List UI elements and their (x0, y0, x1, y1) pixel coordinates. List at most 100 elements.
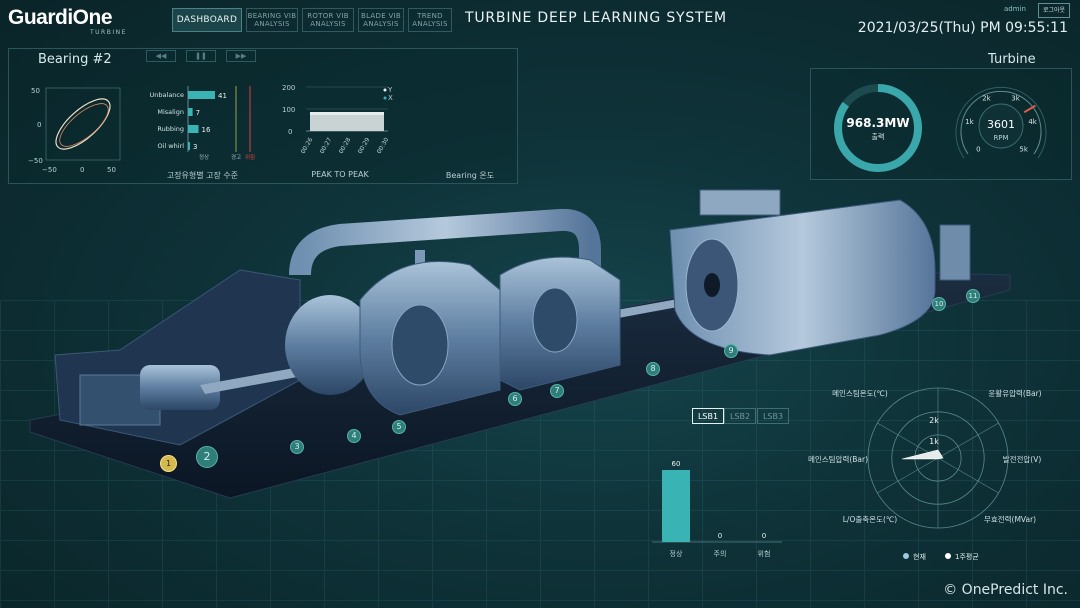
rpm-gauge: 0 1k 2k 3k 4k 5k 3601 RPM (955, 86, 1047, 159)
lsb-label: 주의 (714, 549, 727, 558)
ptp-x-tick: 00:28 (338, 136, 353, 155)
peak-chart-caption: PEAK TO PEAK (311, 170, 369, 179)
tab-lsb2[interactable]: LSB2 (724, 408, 756, 424)
fault-bar (188, 108, 193, 116)
marker-6[interactable]: 6 (508, 392, 522, 406)
marker-2[interactable]: 2 (196, 446, 218, 468)
ptp-legend-y: Y (387, 86, 393, 94)
ptp-legend-x-dot (383, 96, 387, 100)
radar-axis-label: L/O출축온도(℃) (843, 514, 898, 524)
fault-value: 3 (193, 143, 197, 151)
generator-top-unit (699, 189, 781, 216)
ptp-x-tick: 00:26 (300, 136, 315, 155)
output-value: 968.3MW (846, 116, 909, 130)
radar-ring-label: 2k (929, 416, 939, 425)
radar-axis-label: 메인스팀온도(℃) (832, 388, 888, 398)
output-label: 출력 (872, 132, 885, 141)
forward-button[interactable]: ▶▶ (226, 50, 256, 62)
lsb-label: 위험 (758, 550, 771, 558)
legend-week-dot (945, 553, 951, 559)
lsb-value: 0 (718, 532, 722, 540)
lsb-bar (662, 470, 690, 542)
rotor-disc-a (391, 304, 449, 386)
output-gauge: 968.3MW 출력 (834, 84, 922, 172)
rpm-value: 3601 (987, 118, 1015, 131)
legend-current-dot (903, 553, 909, 559)
ptp-area-x (310, 115, 384, 131)
fault-value: 7 (196, 109, 200, 117)
fault-label: Rubbing (157, 125, 184, 133)
tab-lsb3[interactable]: LSB3 (757, 408, 789, 424)
ptp-area-y (310, 112, 384, 115)
nav-trend[interactable]: TREND ANALYSIS (408, 8, 452, 32)
rpm-tick: 5k (1019, 146, 1028, 154)
turbine-panel-title: Turbine (988, 52, 1036, 67)
ptp-x-tick: 00:27 (319, 136, 334, 155)
ptp-legend-x: X (388, 94, 393, 102)
dashboard-app: GuardiOne TURBINE DASHBOARD BEARING VIB … (0, 0, 1080, 608)
radar-axis-label: 메인스팀압력(Bar) (808, 454, 868, 464)
lsb-label: 정상 (670, 549, 683, 558)
rotor-disc-b (532, 287, 578, 353)
orbit-x-tick: 50 (107, 166, 116, 174)
orbit-trace-a (55, 98, 111, 150)
marker-9[interactable]: 9 (724, 344, 738, 358)
legend-week: 1주평균 (955, 552, 979, 561)
orbit-x-tick: −50 (42, 166, 57, 174)
orbit-x-tick: 0 (80, 166, 84, 174)
lsb-value: 0 (762, 532, 766, 540)
rewind-button[interactable]: ◀◀ (146, 50, 176, 62)
orbit-y-tick: 0 (37, 121, 41, 129)
fault-label: Unbalance (150, 91, 184, 99)
lsb-value: 60 (672, 460, 681, 468)
peak-to-peak-chart: 200 100 0 Y X 00:26 00:27 00:28 00:29 00… (282, 84, 393, 155)
ptp-x-tick: 00:30 (376, 136, 391, 155)
copyright: © OnePredict Inc. (943, 582, 1068, 598)
fault-label: Misalign (157, 108, 184, 116)
fault-bar (188, 125, 199, 133)
system-title: TURBINE DEEP LEARNING SYSTEM (465, 10, 727, 26)
fault-value: 16 (202, 126, 211, 134)
exciter-end (939, 224, 971, 281)
marker-1[interactable]: 1 (160, 455, 177, 472)
user-name: admin (1004, 5, 1026, 13)
rpm-tick: 0 (976, 146, 980, 154)
nav-blade-vib[interactable]: BLADE VIB ANALYSIS (358, 8, 404, 32)
marker-10[interactable]: 10 (932, 297, 946, 311)
fault-level-label: 정상 (199, 153, 209, 160)
pause-button[interactable]: ❚❚ (186, 50, 216, 62)
logo: GuardiOne (8, 6, 113, 29)
marker-5[interactable]: 5 (392, 420, 406, 434)
radar-chart: 메인스팀온도(℃) 윤활유압력(Bar) 발전전압(V) 무효전력(MVar) L/O출… (808, 387, 1042, 561)
rpm-tick: 3k (1011, 94, 1020, 102)
fault-bar (188, 91, 215, 99)
orbit-y-tick: 50 (31, 87, 40, 95)
datetime: 2021/03/25(Thu) PM 09:55:11 (857, 20, 1068, 36)
ptp-x-tick: 00:29 (357, 136, 372, 155)
rpm-tick: 4k (1028, 118, 1037, 126)
marker-8[interactable]: 8 (646, 362, 660, 376)
marker-11[interactable]: 11 (966, 289, 980, 303)
ptp-y-tick: 200 (282, 84, 295, 92)
legend-current: 현재 (913, 553, 926, 561)
header: GuardiOne TURBINE DASHBOARD BEARING VIB … (0, 0, 1080, 40)
marker-4[interactable]: 4 (347, 429, 361, 443)
logo-subtitle: TURBINE (90, 29, 127, 36)
radar-ring-label: 1k (929, 437, 939, 446)
orbit-plot: 50 0 −50 −50 0 50 (28, 87, 121, 174)
logout-button[interactable]: 로그아웃 (1038, 3, 1070, 18)
tab-lsb1[interactable]: LSB1 (692, 408, 724, 424)
marker-7[interactable]: 7 (550, 384, 564, 398)
fault-bar (188, 142, 190, 150)
radar-axis-label: 무효전력(MVar) (984, 514, 1036, 524)
fault-value: 41 (218, 92, 227, 100)
nav-rotor-vib[interactable]: ROTOR VIB ANALYSIS (302, 8, 354, 32)
bearing-panel-title: Bearing #2 (38, 52, 112, 67)
radar-axis-label: 발전전압(V) (1003, 454, 1042, 464)
rpm-tick: 2k (982, 94, 991, 102)
marker-3[interactable]: 3 (290, 440, 304, 454)
nav-dashboard[interactable]: DASHBOARD (172, 8, 242, 32)
nav-bearing-vib[interactable]: BEARING VIB ANALYSIS (246, 8, 298, 32)
orbit-y-tick: −50 (28, 157, 43, 165)
ptp-legend-y-dot (383, 88, 387, 92)
